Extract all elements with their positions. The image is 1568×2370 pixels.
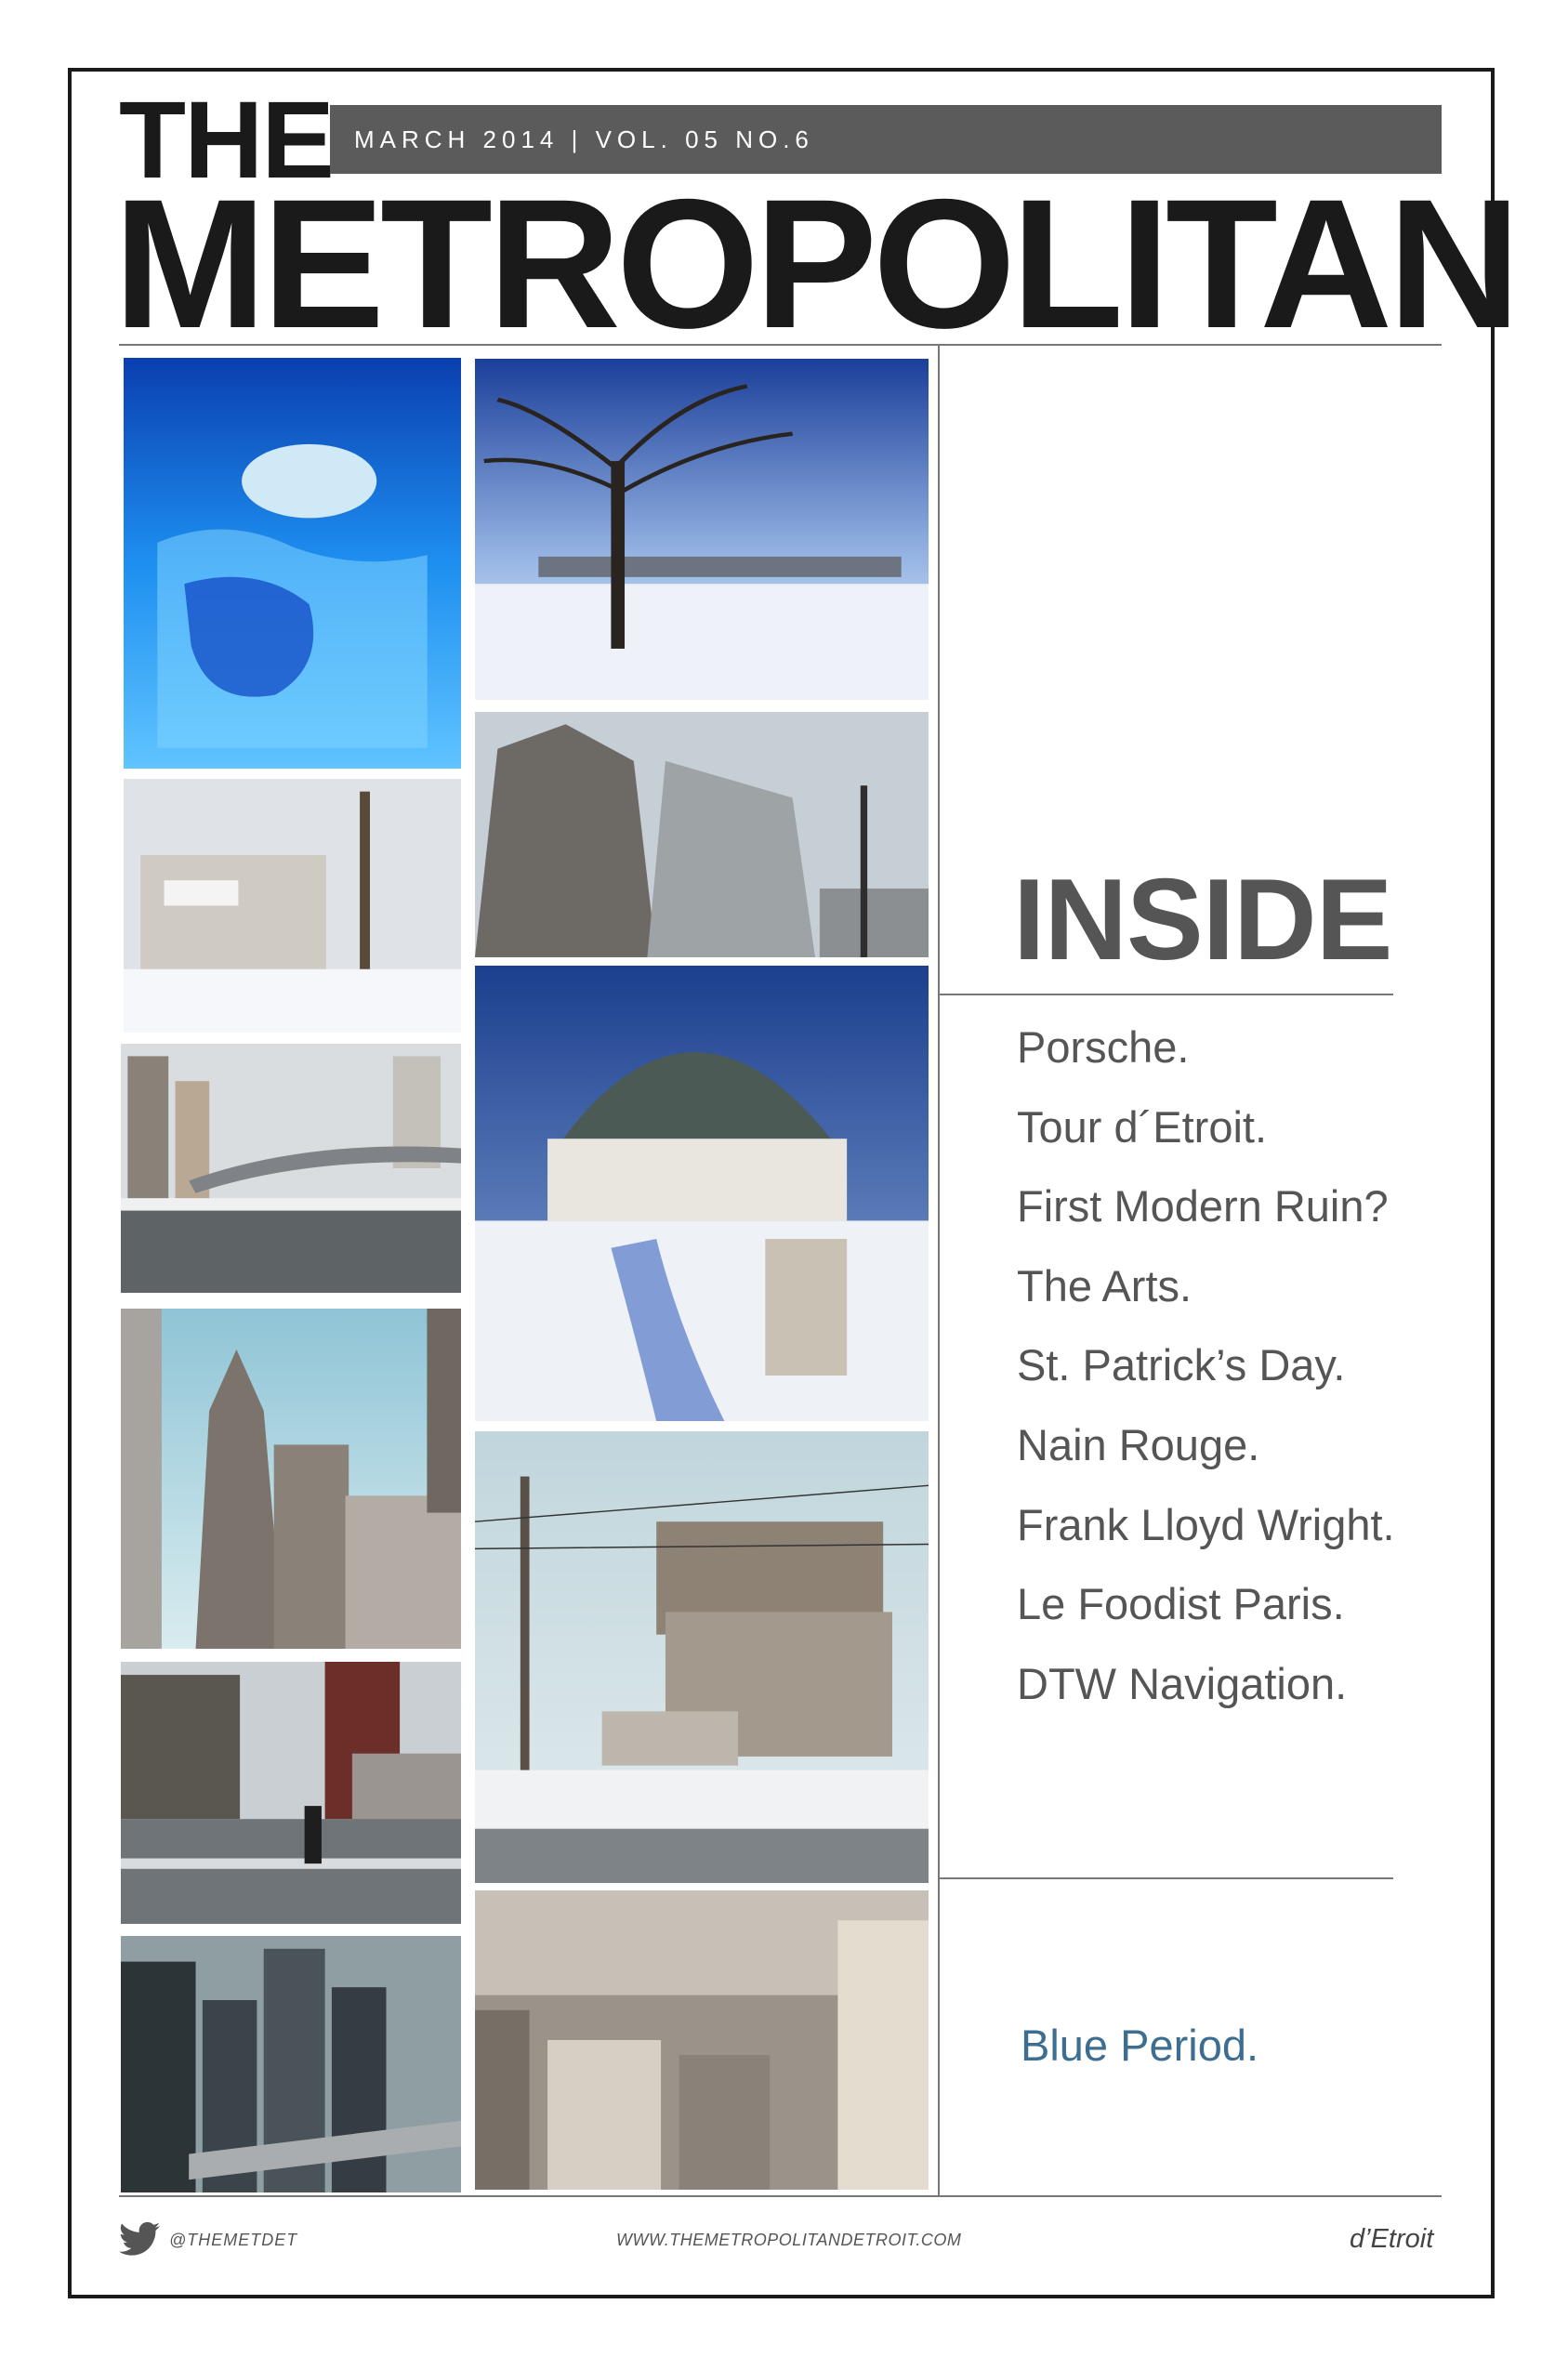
photo-downtown-aerial bbox=[475, 1890, 929, 2190]
table-of-contents: Porsche. Tour d´Etroit. First Modern Rui… bbox=[1017, 1015, 1395, 1731]
toc-item[interactable]: Tour d´Etroit. bbox=[1017, 1095, 1395, 1175]
toc-item[interactable]: First Modern Ruin? bbox=[1017, 1174, 1395, 1254]
toc-item[interactable]: The Arts. bbox=[1017, 1254, 1395, 1334]
photo-winter-tree-skyline bbox=[475, 359, 929, 700]
toc-item[interactable]: DTW Navigation. bbox=[1017, 1652, 1395, 1731]
twitter-icon[interactable] bbox=[119, 2221, 160, 2257]
masthead-title: METROPOLITAN bbox=[113, 161, 1521, 366]
photo-renaissance-center bbox=[121, 1936, 461, 2192]
website-link[interactable]: WWW.THEMETROPOLITANDETROIT.COM bbox=[616, 2231, 961, 2250]
masthead-rule bbox=[119, 344, 1442, 346]
photo-pedestrian-crossing bbox=[121, 1662, 461, 1924]
toc-item[interactable]: Le Foodist Paris. bbox=[1017, 1572, 1395, 1652]
column-divider bbox=[938, 346, 940, 2195]
toc-item[interactable]: Frank Lloyd Wright. bbox=[1017, 1493, 1395, 1573]
inside-rule-bottom bbox=[940, 1877, 1393, 1879]
photo-people-mover-street bbox=[121, 1044, 461, 1293]
photo-michigan-central-station bbox=[475, 1431, 929, 1883]
twitter-handle[interactable]: @THEMETDET bbox=[169, 2231, 297, 2250]
photo-polar-bear-underwater bbox=[124, 358, 461, 769]
inside-rule-top bbox=[940, 994, 1393, 995]
photo-grid-building bbox=[475, 712, 929, 957]
photo-snowy-warehouse bbox=[124, 779, 461, 1033]
photo-penobscot-tower bbox=[121, 1309, 461, 1649]
toc-item[interactable]: St. Patrick’s Day. bbox=[1017, 1333, 1395, 1413]
photo-conservatory-dome bbox=[475, 966, 929, 1421]
footer-rule bbox=[119, 2195, 1442, 2197]
footer-brand: d’Etroit bbox=[1350, 2224, 1434, 2254]
toc-item[interactable]: Nain Rouge. bbox=[1017, 1413, 1395, 1493]
toc-item[interactable]: Porsche. bbox=[1017, 1015, 1395, 1095]
issue-date: MARCH 2014 | VOL. 05 NO.6 bbox=[354, 125, 814, 153]
feature-title[interactable]: Blue Period. bbox=[1021, 2020, 1258, 2071]
inside-heading: INSIDE bbox=[1013, 856, 1392, 984]
